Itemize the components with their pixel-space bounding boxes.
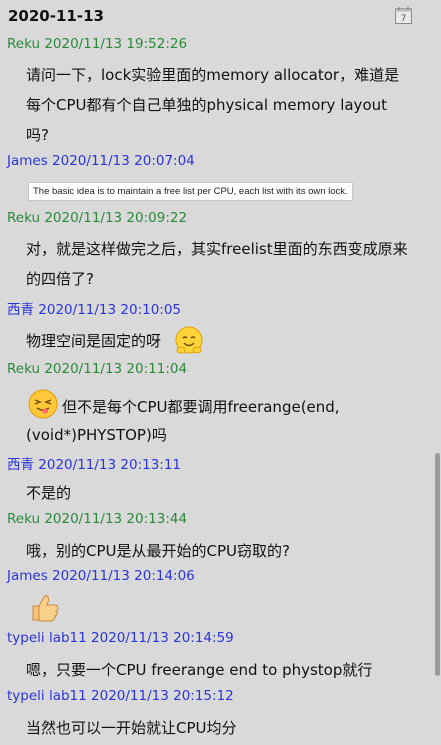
message-text: 不是的: [26, 484, 72, 502]
message-text: 每个CPU都有个自己单独的physical memory layout: [26, 96, 388, 114]
message-sender: Reku 2020/11/13 20:13:44: [7, 511, 188, 527]
message-sender: typeli lab11 2020/11/13 20:14:59: [7, 630, 234, 646]
message-text: 吗?: [26, 126, 49, 144]
smiling-face-emoji: [175, 326, 203, 354]
message-sender: typeli lab11 2020/11/13 20:15:12: [7, 688, 234, 704]
message-text: 的四倍了?: [26, 270, 94, 288]
quoted-image-snippet[interactable]: The basic idea is to maintain a free lis…: [28, 182, 353, 201]
svg-text:7: 7: [401, 14, 407, 24]
message-text: 对，就是这样做完之后，其实freelist里面的东西变成原来: [26, 240, 408, 258]
message-text: (void*)PHYSTOP)吗: [26, 426, 167, 444]
chat-history-panel[interactable]: 2020-11-13 7 Reku 2020/11/13 19:52:26 请问…: [0, 0, 441, 745]
message-sender: 西青 2020/11/13 20:13:11: [7, 457, 182, 473]
message-text: 嗯，只要一个CPU freerange end to phystop就行: [26, 661, 373, 679]
message-text: 请问一下，lock实验里面的memory allocator，难道是: [26, 66, 400, 84]
message-sender: 西青 2020/11/13 20:10:05: [7, 302, 182, 318]
message-sender: Reku 2020/11/13 20:11:04: [7, 361, 188, 377]
message-sender: Reku 2020/11/13 20:09:22: [7, 210, 188, 226]
message-sender: Reku 2020/11/13 19:52:26: [7, 36, 188, 52]
message-sender: James 2020/11/13 20:14:06: [7, 568, 195, 584]
date-label: 2020-11-13: [8, 7, 104, 25]
message-sender: James 2020/11/13 20:07:04: [7, 153, 195, 169]
thumbs-up-emoji: [32, 595, 59, 622]
date-header: 2020-11-13: [8, 5, 104, 27]
squinting-tongue-emoji: [28, 389, 58, 419]
message-text: 哦，别的CPU是从最开始的CPU窃取的?: [26, 542, 290, 560]
message-text: 当然也可以一开始就让CPU均分: [26, 719, 237, 737]
message-text: 但不是每个CPU都要调用freerange(end,: [62, 398, 340, 416]
calendar-icon[interactable]: 7: [394, 6, 413, 25]
scrollbar-thumb[interactable]: [435, 453, 440, 676]
message-text: 物理空间是固定的呀: [26, 332, 162, 350]
